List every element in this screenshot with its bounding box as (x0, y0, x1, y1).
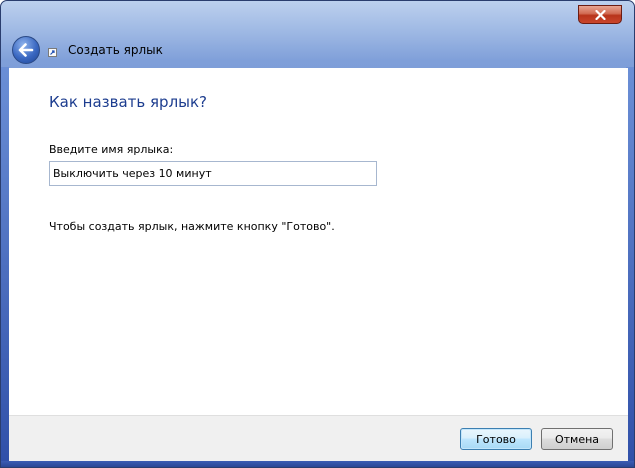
window-frame-bottom (1, 461, 634, 467)
window-frame-left (1, 67, 9, 467)
shortcut-icon (48, 48, 57, 57)
wizard-button-bar: Готово Отмена (9, 415, 628, 461)
back-arrow-icon (18, 43, 34, 57)
finish-hint-text: Чтобы создать ярлык, нажмите кнопку "Гот… (49, 220, 335, 233)
window-title: Создать ярлык (68, 43, 163, 57)
create-shortcut-window: Создать ярлык Как назвать ярлык? Введите… (0, 0, 635, 468)
finish-button[interactable]: Готово (460, 428, 532, 450)
wizard-nav-bar: Создать ярлык (9, 34, 628, 68)
page-heading: Как назвать ярлык? (49, 93, 208, 111)
back-button[interactable] (12, 36, 40, 64)
close-icon (594, 9, 606, 20)
wizard-content: Как назвать ярлык? Введите имя ярлыка: Ч… (9, 68, 628, 415)
cancel-button[interactable]: Отмена (541, 428, 613, 450)
shortcut-name-input[interactable] (49, 161, 377, 186)
shortcut-name-label: Введите имя ярлыка: (49, 143, 174, 156)
close-button[interactable] (578, 5, 622, 24)
